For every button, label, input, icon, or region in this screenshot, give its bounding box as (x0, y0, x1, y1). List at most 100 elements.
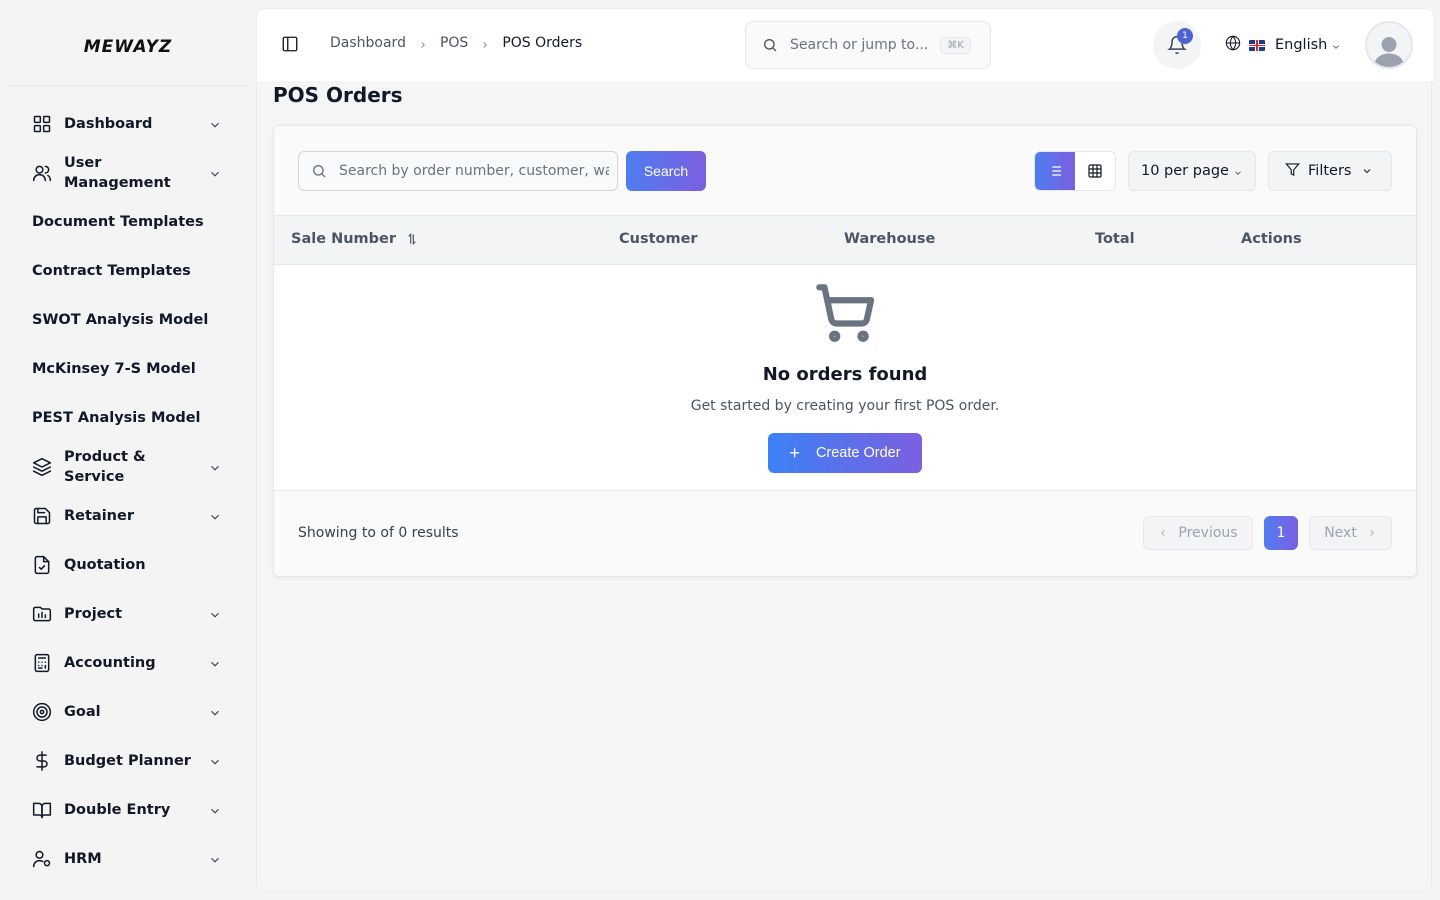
layers-icon (32, 457, 52, 477)
sidebar-item-label: HRM (64, 851, 102, 867)
sidebar-item-label: Double Entry (64, 802, 171, 818)
empty-state: No orders found Get started by creating … (274, 265, 1416, 490)
results-summary: Showing to of 0 results (298, 525, 459, 541)
grid-icon (1088, 164, 1102, 178)
sidebar-item-label: User Management (64, 155, 171, 191)
chevron-right-icon (418, 38, 428, 48)
order-search-input[interactable] (339, 163, 609, 179)
sidebar-item-project[interactable]: Project (16, 590, 240, 638)
chevron-down-icon (208, 460, 222, 474)
per-page-select[interactable]: 10 per page (1128, 151, 1256, 191)
sidebar-item-label: McKinsey 7-S Model (32, 361, 196, 377)
uk-flag-icon (1249, 39, 1265, 51)
sidebar-item-label: SWOT Analysis Model (32, 312, 209, 328)
grid-view-button[interactable] (1075, 152, 1115, 190)
search-shortcut-hint: ⌘K (940, 36, 971, 54)
chevron-down-icon (208, 803, 222, 817)
breadcrumb-pos[interactable]: POS (440, 35, 468, 51)
sidebar-item-label: Document Templates (32, 214, 204, 230)
chevron-down-icon (208, 852, 222, 866)
users-icon (32, 163, 52, 183)
top-bar: Dashboard POS POS Orders Search or jump … (257, 9, 1433, 81)
sidebar-item-label: PEST Analysis Model (32, 410, 201, 426)
sidebar-item-label: Contract Templates (32, 263, 191, 279)
sidebar-item-user-management[interactable]: User Management (16, 149, 240, 197)
sidebar-item-document-templates[interactable]: Document Templates (16, 198, 240, 246)
orders-card: Search 10 per page Filters Sale Number C… (273, 125, 1417, 577)
orders-toolbar: Search 10 per page Filters (274, 126, 1416, 215)
page-title: POS Orders (273, 83, 403, 107)
grid-icon (32, 114, 52, 134)
order-search-field[interactable] (298, 151, 618, 191)
next-label: Next (1324, 525, 1357, 541)
notification-count-badge: 1 (1177, 28, 1193, 44)
chevron-down-icon (208, 509, 222, 523)
sidebar-item-budget-planner[interactable]: Budget Planner (16, 737, 240, 785)
sidebar-item-accounting[interactable]: Accounting (16, 639, 240, 687)
plus-icon: + (789, 443, 800, 463)
user-avatar[interactable] (1365, 21, 1413, 69)
sidebar-item-hrm[interactable]: HRM (16, 835, 240, 883)
previous-label: Previous (1178, 525, 1238, 541)
sidebar-item-dashboard[interactable]: Dashboard (16, 100, 240, 148)
breadcrumb: Dashboard POS POS Orders (330, 35, 582, 51)
save-icon (32, 506, 52, 526)
search-button[interactable]: Search (626, 151, 706, 191)
next-page-button[interactable]: Next (1309, 516, 1392, 550)
page-number-button[interactable]: 1 (1264, 516, 1298, 550)
filters-button[interactable]: Filters (1268, 151, 1392, 191)
sidebar-item-label: Dashboard (64, 116, 153, 132)
column-sale-number[interactable]: Sale Number (291, 231, 420, 247)
column-customer: Customer (619, 231, 698, 247)
sidebar-item-goal[interactable]: Goal (16, 688, 240, 736)
breadcrumb-dashboard[interactable]: Dashboard (330, 35, 406, 51)
chevron-down-icon (208, 607, 222, 621)
language-label: English (1275, 37, 1328, 53)
sidebar-item-label: Accounting (64, 655, 156, 671)
dollar-icon (32, 751, 52, 771)
sidebar-item-product-service[interactable]: Product & Service (16, 443, 240, 491)
column-actions: Actions (1241, 231, 1302, 247)
search-icon (762, 37, 778, 53)
sidebar-item-quotation[interactable]: Quotation (16, 541, 240, 589)
column-label: Sale Number (291, 231, 397, 247)
view-mode-toggle (1034, 151, 1116, 191)
global-search-placeholder: Search or jump to... (790, 37, 929, 53)
previous-page-button[interactable]: Previous (1143, 516, 1253, 550)
sort-icon (404, 231, 420, 247)
chevron-down-icon (1233, 166, 1243, 176)
sidebar-item-pest-analysis[interactable]: PEST Analysis Model (16, 394, 240, 442)
shopping-cart-icon (814, 282, 876, 344)
chevron-down-icon (208, 656, 222, 670)
sidebar: MEWAYZ Dashboard User Management Documen… (0, 0, 256, 900)
empty-state-description: Get started by creating your first POS o… (690, 398, 1000, 414)
chevron-down-icon (208, 705, 222, 719)
sidebar-item-label: Project (64, 606, 123, 622)
globe-icon (1225, 35, 1241, 55)
sidebar-toggle-icon[interactable] (281, 35, 301, 55)
chevron-down-icon (208, 166, 222, 180)
file-check-icon (32, 555, 52, 575)
create-order-button[interactable]: + Create Order (768, 433, 922, 473)
sidebar-item-label: Goal (64, 704, 101, 720)
sidebar-item-retainer[interactable]: Retainer (16, 492, 240, 540)
chevron-right-icon (480, 38, 490, 48)
filters-label: Filters (1308, 163, 1352, 179)
chevron-down-icon (1331, 40, 1341, 50)
sidebar-item-double-entry[interactable]: Double Entry (16, 786, 240, 834)
column-total: Total (1095, 231, 1135, 247)
list-view-button[interactable] (1035, 152, 1075, 190)
chevron-down-icon (208, 117, 222, 131)
per-page-value: 10 per page (1141, 163, 1229, 179)
notifications-button[interactable]: 1 (1153, 21, 1201, 69)
brand-logo[interactable]: MEWAYZ (8, 8, 248, 86)
chevron-down-icon (208, 754, 222, 768)
sidebar-item-contract-templates[interactable]: Contract Templates (16, 247, 240, 295)
sidebar-item-swot-analysis[interactable]: SWOT Analysis Model (16, 296, 240, 344)
list-icon (1049, 166, 1061, 176)
language-selector[interactable]: English (1225, 35, 1341, 55)
target-icon (32, 702, 52, 722)
global-search[interactable]: Search or jump to... ⌘K (745, 21, 991, 69)
sidebar-item-label: Product & Service (64, 449, 146, 485)
sidebar-item-mckinsey-7s[interactable]: McKinsey 7-S Model (16, 345, 240, 393)
